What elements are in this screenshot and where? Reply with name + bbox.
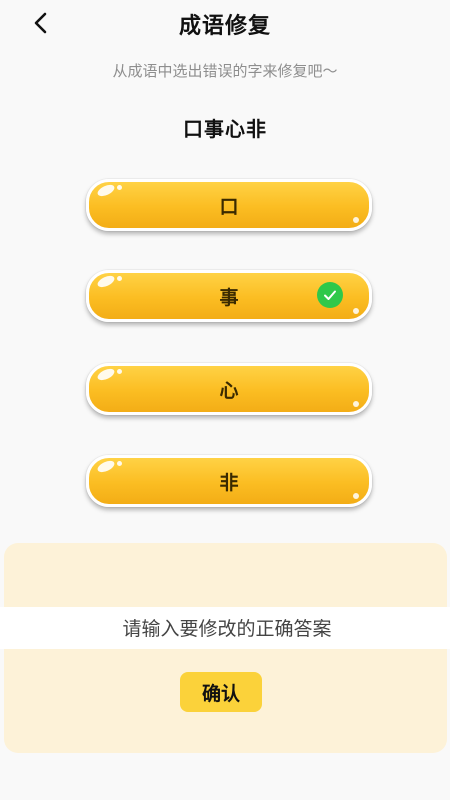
option-label: 心 — [219, 379, 239, 402]
option-button[interactable]: 口 — [86, 179, 372, 231]
option-button[interactable]: 非 — [86, 455, 372, 507]
check-icon — [317, 282, 343, 308]
page-title: 成语修复 — [178, 14, 271, 39]
instruction-text: 从成语中选出错误的字来修复吧～ — [112, 62, 338, 80]
option-button[interactable]: 心 — [86, 363, 372, 415]
header: 成语修复 — [0, 0, 450, 52]
answer-input[interactable] — [0, 607, 450, 651]
option-button[interactable]: 事 — [86, 270, 372, 322]
answer-input-container — [0, 607, 450, 651]
confirm-button[interactable]: 确认 — [180, 672, 262, 712]
idiom-text: 口事心非 — [183, 117, 267, 141]
option-label: 口 — [219, 195, 239, 218]
option-label: 非 — [219, 471, 239, 494]
